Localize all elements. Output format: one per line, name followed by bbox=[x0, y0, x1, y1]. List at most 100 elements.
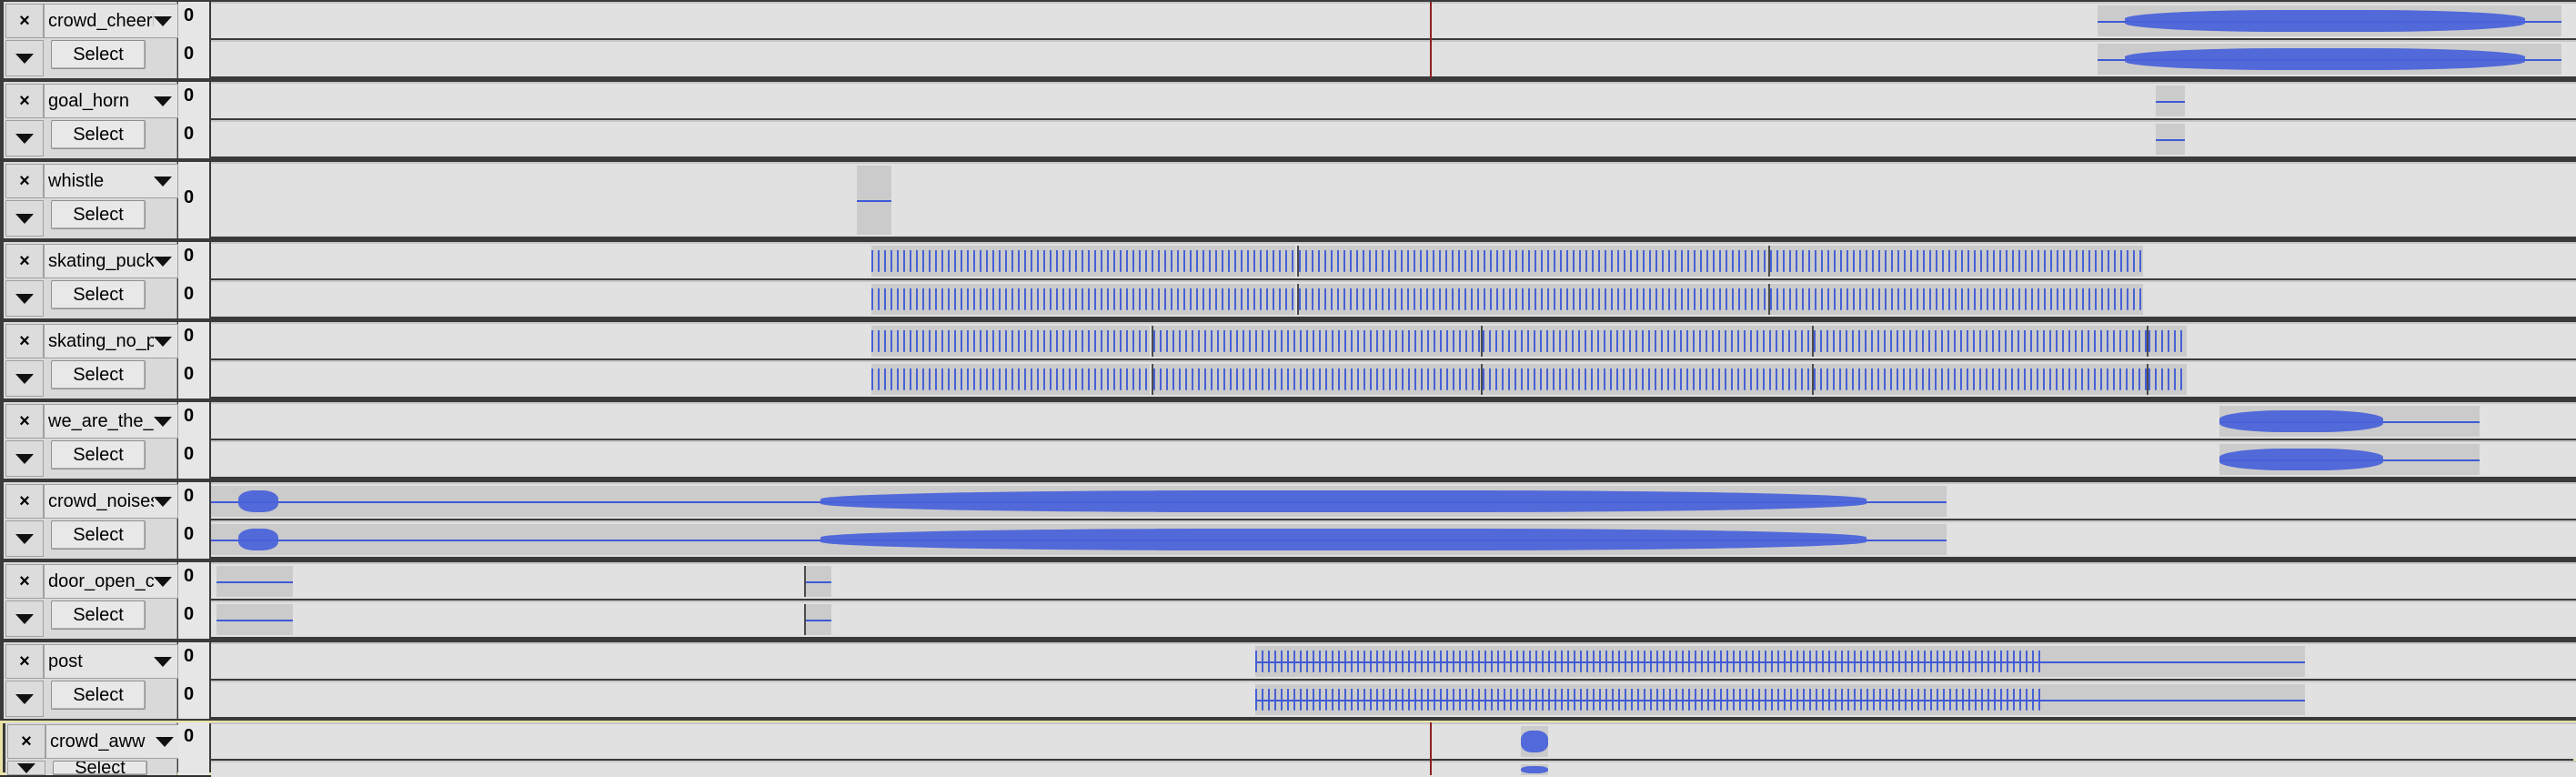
collapse-button[interactable] bbox=[7, 761, 45, 775]
audio-clip[interactable] bbox=[871, 284, 1295, 315]
audio-clip[interactable] bbox=[1481, 364, 1812, 395]
track-name-menu[interactable]: crowd_noises bbox=[44, 484, 178, 519]
audio-clip[interactable] bbox=[2156, 86, 2185, 116]
audio-clip[interactable] bbox=[1297, 246, 1768, 277]
select-button[interactable]: Select bbox=[51, 360, 146, 389]
track-goal-horn[interactable]: × goal_horn Select 0 0 bbox=[0, 80, 2576, 160]
audio-clip[interactable] bbox=[2147, 364, 2187, 395]
track-close-button[interactable]: × bbox=[5, 404, 44, 439]
audio-clip[interactable] bbox=[211, 486, 1947, 517]
audio-clip[interactable] bbox=[1521, 764, 1548, 775]
audio-clip[interactable] bbox=[1812, 364, 2147, 395]
audio-clip[interactable] bbox=[1812, 326, 2147, 357]
track-whistle[interactable]: × whistle Select 0 bbox=[0, 160, 2576, 240]
channel-lane-left[interactable] bbox=[211, 722, 2576, 759]
channel-lane-left[interactable] bbox=[211, 642, 2576, 679]
waveform-lanes[interactable] bbox=[211, 2, 2576, 78]
channel-lane-left[interactable] bbox=[211, 562, 2576, 599]
track-skating-no-puck[interactable]: × skating_no_p Select 0 0 bbox=[0, 320, 2576, 400]
waveform-lanes[interactable] bbox=[211, 642, 2576, 719]
channel-lane-mono[interactable] bbox=[211, 162, 2576, 237]
waveform-lanes[interactable] bbox=[211, 482, 2576, 559]
channel-lane-left[interactable] bbox=[211, 82, 2576, 118]
select-button[interactable]: Select bbox=[51, 440, 146, 469]
track-name-menu[interactable]: crowd_aww bbox=[45, 724, 180, 759]
audio-clip[interactable] bbox=[804, 566, 831, 597]
audio-clip[interactable] bbox=[1521, 726, 1548, 757]
audio-clip[interactable] bbox=[2219, 444, 2480, 475]
audio-clip[interactable] bbox=[2098, 44, 2561, 75]
track-name-menu[interactable]: crowd_cheeri bbox=[44, 4, 178, 38]
channel-lane-right[interactable] bbox=[211, 600, 2576, 637]
waveform-lanes[interactable] bbox=[211, 402, 2576, 479]
track-post[interactable]: × post Select 0 0 bbox=[0, 641, 2576, 721]
track-close-button[interactable]: × bbox=[5, 4, 44, 38]
audio-clip[interactable] bbox=[1768, 246, 2143, 277]
channel-lane-left[interactable] bbox=[211, 2, 2576, 38]
track-door-open-close[interactable]: × door_open_cl Select 0 0 bbox=[0, 560, 2576, 641]
channel-lane-right[interactable] bbox=[211, 280, 2576, 317]
channel-lane-right[interactable] bbox=[211, 520, 2576, 557]
track-skating-puck[interactable]: × skating_puck Select 0 0 bbox=[0, 240, 2576, 320]
select-button[interactable]: Select bbox=[51, 40, 146, 69]
track-name-menu[interactable]: door_open_cl bbox=[44, 564, 178, 599]
waveform-lanes[interactable] bbox=[211, 162, 2576, 238]
channel-lane-right[interactable] bbox=[211, 360, 2576, 397]
select-button[interactable]: Select bbox=[53, 761, 147, 775]
audio-clip[interactable] bbox=[871, 326, 1150, 357]
audio-clip[interactable] bbox=[2156, 124, 2185, 155]
channel-lane-right[interactable] bbox=[211, 761, 2576, 777]
audio-clip[interactable] bbox=[1481, 326, 1812, 357]
audio-clip[interactable] bbox=[857, 166, 891, 235]
track-crowd-noises[interactable]: × crowd_noises Select 0 0 bbox=[0, 480, 2576, 560]
audio-clip[interactable] bbox=[1255, 646, 2305, 677]
channel-lane-right[interactable] bbox=[211, 120, 2576, 156]
track-close-button[interactable]: × bbox=[5, 324, 44, 358]
audio-clip[interactable] bbox=[871, 364, 1150, 395]
track-close-button[interactable]: × bbox=[5, 164, 44, 198]
audio-clip[interactable] bbox=[216, 566, 293, 597]
track-crowd-aww[interactable]: × crowd_aww Select 0 bbox=[0, 721, 2576, 777]
track-name-menu[interactable]: we_are_the_c bbox=[44, 404, 178, 439]
collapse-button[interactable] bbox=[5, 200, 44, 237]
channel-lane-left[interactable] bbox=[211, 482, 2576, 519]
select-button[interactable]: Select bbox=[51, 120, 146, 149]
collapse-button[interactable] bbox=[5, 280, 44, 317]
track-name-menu[interactable]: post bbox=[44, 644, 178, 679]
channel-lane-right[interactable] bbox=[211, 681, 2576, 717]
audio-clip[interactable] bbox=[1152, 326, 1481, 357]
track-close-button[interactable]: × bbox=[5, 644, 44, 679]
audio-clip[interactable] bbox=[1152, 364, 1481, 395]
waveform-lanes[interactable] bbox=[211, 82, 2576, 158]
collapse-button[interactable] bbox=[5, 440, 44, 477]
track-name-menu[interactable]: skating_puck bbox=[44, 244, 178, 278]
track-close-button[interactable]: × bbox=[5, 564, 44, 599]
audio-clip[interactable] bbox=[2147, 326, 2187, 357]
track-name-menu[interactable]: whistle bbox=[44, 164, 178, 198]
waveform-lanes[interactable] bbox=[211, 322, 2576, 399]
track-close-button[interactable]: × bbox=[5, 84, 44, 118]
waveform-lanes[interactable] bbox=[211, 242, 2576, 318]
select-button[interactable]: Select bbox=[51, 681, 146, 710]
collapse-button[interactable] bbox=[5, 120, 44, 156]
track-close-button[interactable]: × bbox=[7, 724, 45, 759]
audio-clip[interactable] bbox=[1768, 284, 2143, 315]
collapse-button[interactable] bbox=[5, 360, 44, 397]
track-we-are-the-c[interactable]: × we_are_the_c Select 0 0 bbox=[0, 400, 2576, 480]
track-name-menu[interactable]: goal_horn bbox=[44, 84, 178, 118]
audio-clip[interactable] bbox=[804, 604, 831, 635]
select-button[interactable]: Select bbox=[51, 280, 146, 309]
audio-clip[interactable] bbox=[211, 524, 1947, 555]
select-button[interactable]: Select bbox=[51, 200, 146, 229]
track-close-button[interactable]: × bbox=[5, 244, 44, 278]
collapse-button[interactable] bbox=[5, 681, 44, 717]
channel-lane-left[interactable] bbox=[211, 242, 2576, 278]
audio-clip[interactable] bbox=[216, 604, 293, 635]
collapse-button[interactable] bbox=[5, 520, 44, 557]
audio-clip[interactable] bbox=[2219, 406, 2480, 437]
select-button[interactable]: Select bbox=[51, 520, 146, 550]
channel-lane-right[interactable] bbox=[211, 40, 2576, 76]
audio-clip[interactable] bbox=[1297, 284, 1768, 315]
select-button[interactable]: Select bbox=[51, 600, 146, 630]
collapse-button[interactable] bbox=[5, 600, 44, 637]
